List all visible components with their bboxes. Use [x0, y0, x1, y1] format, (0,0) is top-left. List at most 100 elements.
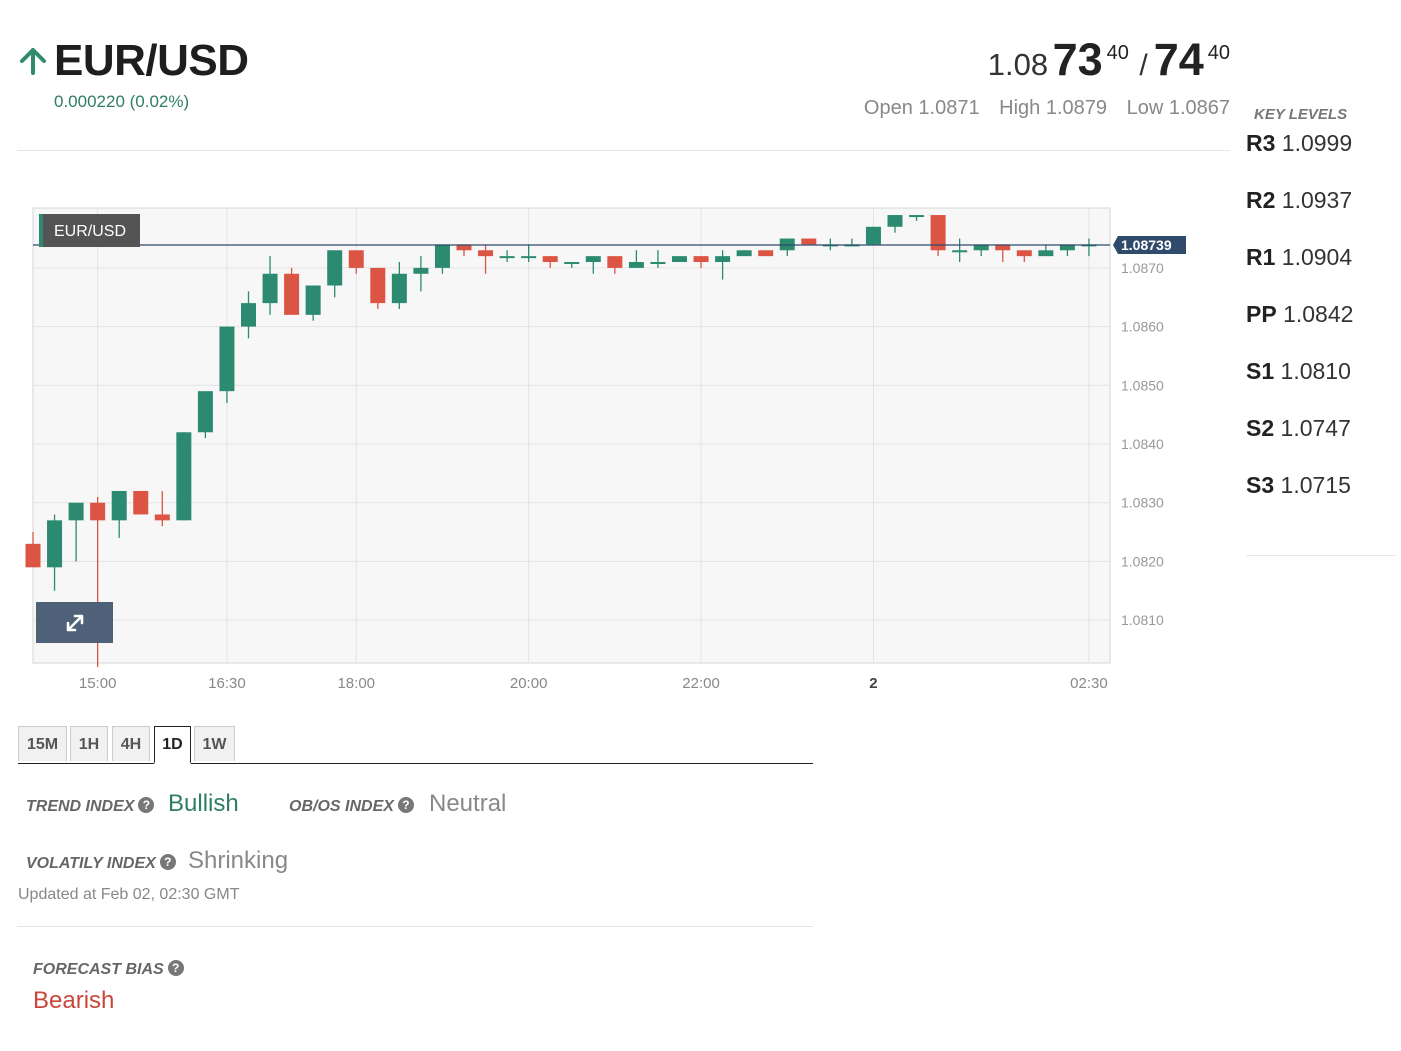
symbol-label-box: EUR/USD: [39, 214, 140, 247]
level-value: 1.0715: [1280, 472, 1351, 498]
tab-1h[interactable]: 1H: [70, 726, 108, 761]
open-value: Open 1.0871: [863, 97, 980, 119]
candle-body: [909, 215, 925, 218]
quote-separator: /: [1139, 49, 1148, 82]
tab-1d[interactable]: 1D: [154, 726, 191, 764]
level-r1: R1 1.0904: [1246, 244, 1396, 301]
candle: [930, 215, 946, 257]
volatility-index-text: VOLATILY INDEX: [26, 855, 156, 872]
candle-body: [693, 256, 709, 263]
x-tick-label: 02:30: [1070, 675, 1108, 692]
candle-body: [370, 267, 386, 304]
tab-15m[interactable]: 15M: [18, 726, 67, 761]
help-icon[interactable]: ?: [159, 853, 176, 870]
forecast-bias-text: FORECAST BIAS: [33, 961, 164, 978]
low-value: Low 1.0867: [1126, 97, 1230, 119]
level-name: R2: [1246, 187, 1276, 213]
level-name: S3: [1246, 472, 1275, 498]
candle-body: [564, 262, 580, 265]
candle-body: [90, 502, 106, 521]
help-icon[interactable]: ?: [138, 796, 155, 813]
x-tick-label: 22:00: [682, 675, 720, 692]
candle-body: [650, 262, 666, 265]
y-tick-label: 1.0850: [1121, 377, 1164, 393]
candle-body: [499, 256, 515, 259]
pair-title: EUR/USD: [54, 36, 249, 85]
ask-pips: 74: [1153, 34, 1204, 85]
candle-body: [865, 226, 881, 245]
x-tick-label: 16:30: [208, 675, 246, 692]
candle-body: [542, 256, 558, 263]
candle-body: [715, 256, 731, 263]
bid-pips: 73: [1052, 34, 1103, 85]
obos-index-label: OB/OS INDEX?: [289, 796, 414, 816]
candle-body: [952, 250, 968, 253]
price-change: 0.000220 (0.02%): [54, 92, 190, 111]
last-price-label: 1.08739: [1121, 237, 1172, 253]
candle-body: [758, 250, 774, 257]
x-axis-labels: 15:00 16:30 18:00 20:00 22:00 2 02:30: [79, 675, 1108, 692]
tab-1w[interactable]: 1W: [194, 726, 235, 761]
candle-body: [1016, 250, 1032, 257]
open-high-low: Open 1.0871 High 1.0879 Low 1.0867: [850, 97, 1230, 120]
candle-body: [1038, 250, 1054, 257]
candle-body: [887, 215, 903, 227]
x-tick-label: 15:00: [79, 675, 117, 692]
level-value: 1.0747: [1280, 415, 1351, 441]
level-value: 1.0999: [1281, 130, 1353, 156]
level-name: R1: [1246, 244, 1276, 270]
candle-body: [68, 502, 84, 521]
y-axis-labels: 1.0810 1.0820 1.0830 1.0840 1.0850 1.0860 1.08…: [1121, 260, 1164, 628]
x-tick-label: 20:00: [510, 675, 548, 692]
candle-body: [413, 267, 429, 274]
bid-prefix: 1.08: [987, 47, 1049, 82]
x-tick-label: 2: [869, 675, 877, 692]
candle: [672, 256, 687, 263]
candle-body: [176, 432, 192, 521]
plot-area: [32, 207, 1111, 664]
y-tick-label: 1.0860: [1121, 319, 1164, 335]
level-name: S1: [1246, 358, 1275, 384]
key-levels-title: KEY LEVELS: [1254, 106, 1348, 123]
candle: [176, 432, 192, 521]
trend-index-text: TREND INDEX: [26, 798, 135, 815]
updated-timestamp: Updated at Feb 02, 02:30 GMT: [18, 886, 240, 903]
y-tick-label: 1.0840: [1121, 436, 1164, 452]
level-name: R3: [1246, 130, 1276, 156]
price-chart[interactable]: 1.0810 1.0820 1.0830 1.0840 1.0850 1.0860 1.08…: [0, 190, 1240, 700]
ask-fraction: 40: [1207, 42, 1230, 64]
candle: [736, 250, 752, 257]
forecast-bias-label: FORECAST BIAS?: [33, 959, 184, 979]
candle: [801, 238, 817, 245]
level-r2: R2 1.0937: [1246, 187, 1396, 244]
help-icon[interactable]: ?: [167, 959, 184, 976]
x-tick-label: 18:00: [337, 675, 375, 692]
candle-body: [47, 520, 63, 568]
level-value: 1.0904: [1281, 244, 1353, 270]
help-icon[interactable]: ?: [397, 796, 414, 813]
trend-index-label: TREND INDEX?: [26, 796, 155, 816]
section-divider: [17, 926, 813, 927]
candle-body: [391, 273, 407, 304]
forecast-bias-value: Bearish: [33, 987, 115, 1014]
y-tick-label: 1.0870: [1121, 260, 1164, 276]
level-value: 1.0810: [1280, 358, 1351, 384]
level-s2: S2 1.0747: [1246, 415, 1396, 472]
obos-index-text: OB/OS INDEX: [289, 798, 394, 815]
level-name: S2: [1246, 415, 1275, 441]
expand-chart-button[interactable]: [36, 602, 113, 643]
candle: [284, 267, 300, 315]
candle-body: [305, 285, 321, 315]
candle-body: [736, 250, 752, 257]
bid-fraction: 40: [1106, 42, 1129, 64]
bid-ask-quote: 1.08 73 40 /74 40: [988, 34, 1230, 86]
tab-4h[interactable]: 4H: [112, 726, 150, 761]
candle-body: [197, 391, 213, 433]
level-r3: R3 1.0999: [1246, 130, 1396, 187]
candle: [370, 267, 386, 309]
symbol-label-accent: [39, 214, 43, 247]
candle: [133, 490, 149, 515]
candle-body: [478, 250, 494, 257]
y-tick-label: 1.0830: [1121, 495, 1164, 511]
key-levels-divider: [1246, 555, 1396, 556]
